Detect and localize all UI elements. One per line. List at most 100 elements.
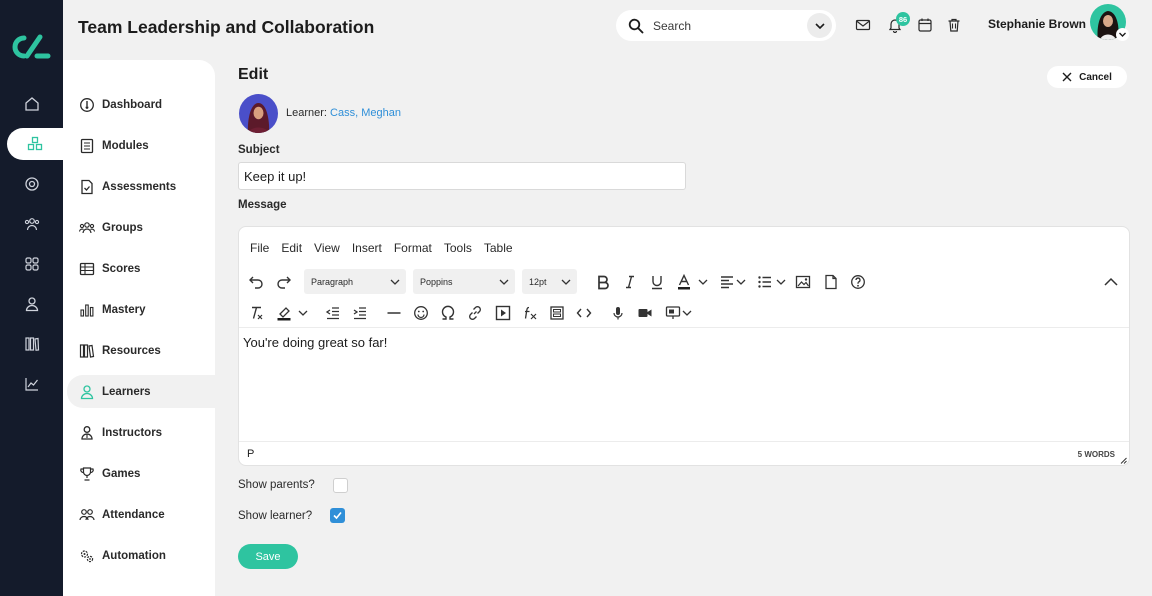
redo-icon[interactable] bbox=[276, 274, 292, 290]
underline-icon[interactable] bbox=[649, 274, 665, 290]
user-name: Stephanie Brown bbox=[988, 17, 1087, 31]
block-format-select[interactable]: Paragraph bbox=[304, 269, 406, 294]
highlight-icon[interactable] bbox=[276, 305, 292, 321]
bold-icon[interactable] bbox=[595, 274, 611, 290]
trash-icon[interactable] bbox=[946, 17, 962, 33]
editor-content[interactable]: You're doing great so far! bbox=[243, 335, 387, 350]
emoji-icon[interactable] bbox=[413, 305, 429, 321]
menu-view[interactable]: View bbox=[314, 241, 340, 255]
menu-tools[interactable]: Tools bbox=[444, 241, 472, 255]
video-camera-icon[interactable] bbox=[637, 305, 653, 321]
font-size-select[interactable]: 12pt bbox=[522, 269, 577, 294]
gears-icon bbox=[80, 549, 94, 562]
clear-format-icon[interactable] bbox=[248, 305, 264, 321]
save-button[interactable]: Save bbox=[238, 544, 298, 569]
cancel-button[interactable]: Cancel bbox=[1047, 66, 1127, 88]
rail-people[interactable] bbox=[0, 208, 63, 240]
sidebar-item-automation[interactable]: Automation bbox=[67, 539, 215, 572]
microphone-icon[interactable] bbox=[610, 305, 626, 321]
rail-user[interactable] bbox=[0, 288, 63, 320]
chevron-down-icon[interactable] bbox=[776, 274, 786, 290]
sidebar-item-assessments[interactable]: Assessments bbox=[67, 170, 215, 203]
block-format-value: Paragraph bbox=[311, 276, 354, 287]
menu-file[interactable]: File bbox=[250, 241, 269, 255]
chevron-down-icon[interactable] bbox=[698, 274, 708, 290]
sidebar-item-label: Games bbox=[102, 467, 141, 480]
sidebar-item-dashboard[interactable]: Dashboard bbox=[67, 88, 215, 121]
image-icon[interactable] bbox=[795, 274, 811, 290]
code-icon[interactable] bbox=[576, 305, 592, 321]
rail-modules[interactable] bbox=[7, 128, 63, 160]
search-dropdown-button[interactable] bbox=[807, 13, 832, 38]
sidebar-item-instructors[interactable]: Instructors bbox=[67, 416, 215, 449]
special-character-icon[interactable] bbox=[440, 305, 456, 321]
undo-icon[interactable] bbox=[248, 274, 264, 290]
message-editor: File Edit View Insert Format Tools Table… bbox=[238, 226, 1130, 466]
editor-toolbar-primary: Paragraph Poppins 12pt bbox=[239, 267, 1129, 297]
word-count: 5 WORDS bbox=[1077, 450, 1115, 459]
search-label: Search bbox=[653, 18, 692, 33]
element-path[interactable]: P bbox=[247, 448, 254, 460]
grid-icon bbox=[24, 257, 39, 271]
menu-insert[interactable]: Insert bbox=[352, 241, 382, 255]
chevron-down-icon[interactable] bbox=[682, 305, 692, 321]
mail-icon[interactable] bbox=[855, 17, 871, 33]
learner-line: Learner: Cass, Meghan bbox=[286, 107, 401, 119]
top-header: Team Leadership and Collaboration Search… bbox=[63, 0, 1152, 56]
sidebar-item-learners[interactable]: Learners bbox=[67, 375, 215, 408]
sidebar-item-games[interactable]: Games bbox=[67, 457, 215, 490]
link-icon[interactable] bbox=[467, 305, 483, 321]
sidebar-item-attendance[interactable]: Attendance bbox=[67, 498, 215, 531]
sidebar-item-scores[interactable]: Scores bbox=[67, 252, 215, 285]
font-family-select[interactable]: Poppins bbox=[413, 269, 515, 294]
indent-icon[interactable] bbox=[352, 305, 368, 321]
search-box[interactable]: Search bbox=[616, 10, 836, 41]
menu-table[interactable]: Table bbox=[484, 241, 513, 255]
app-logo[interactable] bbox=[10, 32, 52, 62]
search-icon bbox=[628, 18, 644, 33]
subject-input[interactable] bbox=[238, 162, 686, 190]
sidebar-item-modules[interactable]: Modules bbox=[67, 129, 215, 162]
edit-heading: Edit bbox=[238, 66, 269, 83]
horizontal-rule-icon[interactable] bbox=[386, 305, 402, 321]
menu-format[interactable]: Format bbox=[394, 241, 432, 255]
chevron-down-icon[interactable] bbox=[298, 305, 308, 321]
rail-library[interactable] bbox=[0, 328, 63, 360]
learner-name-link[interactable]: Cass, Meghan bbox=[330, 107, 401, 119]
calendar-icon[interactable] bbox=[917, 17, 933, 33]
sidebar-item-label: Automation bbox=[102, 549, 166, 562]
help-icon[interactable] bbox=[850, 274, 866, 290]
rail-grid[interactable] bbox=[0, 248, 63, 280]
rail-target[interactable] bbox=[0, 168, 63, 200]
chevron-down-icon[interactable] bbox=[736, 274, 746, 290]
sidebar-item-groups[interactable]: Groups bbox=[67, 211, 215, 244]
show-learner-checkbox[interactable] bbox=[330, 508, 345, 523]
document-icon[interactable] bbox=[823, 274, 839, 290]
resize-handle-icon[interactable] bbox=[1119, 456, 1127, 464]
bullet-list-icon[interactable] bbox=[757, 274, 773, 290]
checkmark-icon bbox=[333, 511, 342, 520]
align-left-icon[interactable] bbox=[719, 274, 735, 290]
table-icon bbox=[79, 262, 95, 275]
rail-chart[interactable] bbox=[0, 368, 63, 400]
menu-edit[interactable]: Edit bbox=[281, 241, 302, 255]
trophy-icon bbox=[80, 466, 94, 481]
template-icon[interactable] bbox=[549, 305, 565, 321]
sidebar-item-mastery[interactable]: Mastery bbox=[67, 293, 215, 326]
formula-icon[interactable] bbox=[522, 305, 538, 321]
presentation-icon[interactable] bbox=[665, 305, 681, 321]
rail-home[interactable] bbox=[0, 88, 63, 120]
sidebar-item-label: Assessments bbox=[102, 180, 177, 193]
media-icon[interactable] bbox=[495, 305, 511, 321]
chart-icon bbox=[24, 378, 38, 391]
chevron-down-icon bbox=[814, 22, 825, 29]
text-color-icon[interactable] bbox=[676, 274, 692, 290]
chevron-up-icon[interactable] bbox=[1103, 274, 1119, 290]
dashboard-icon bbox=[80, 97, 94, 112]
outdent-icon[interactable] bbox=[325, 305, 341, 321]
user-menu-button[interactable] bbox=[1116, 28, 1129, 41]
italic-icon[interactable] bbox=[622, 274, 638, 290]
show-parents-checkbox[interactable] bbox=[333, 478, 348, 493]
sidebar-item-resources[interactable]: Resources bbox=[67, 334, 215, 367]
sidebar-item-label: Groups bbox=[102, 221, 143, 234]
